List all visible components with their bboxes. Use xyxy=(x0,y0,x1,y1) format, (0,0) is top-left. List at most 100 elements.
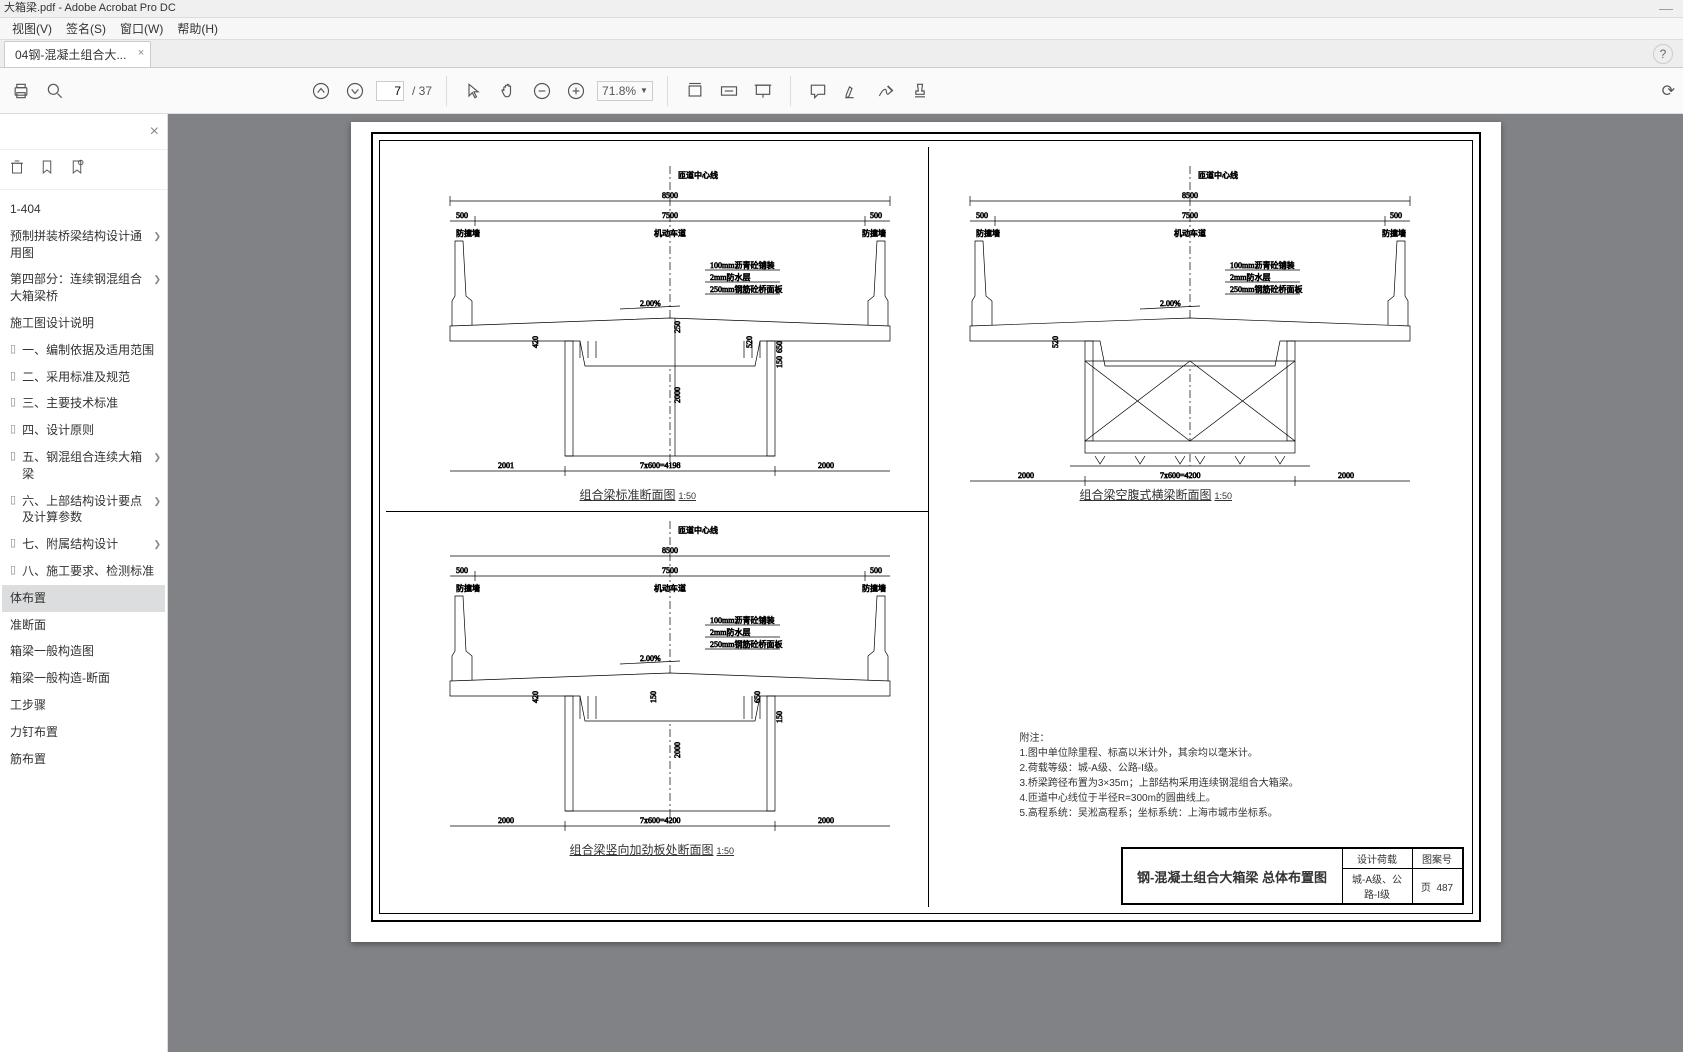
bookmark-item[interactable]: ▯ 三、主要技术标准 xyxy=(2,390,165,417)
bookmark-item[interactable]: 力钉布置 xyxy=(2,719,165,746)
svg-text:8500: 8500 xyxy=(662,546,678,555)
hand-tool-icon[interactable] xyxy=(495,78,521,104)
bookmark-item[interactable]: ▯二、采用标准及规范 xyxy=(2,364,165,391)
right-tool-icon[interactable]: ⟳ xyxy=(1662,81,1675,101)
zoom-in-icon[interactable] xyxy=(563,78,589,104)
bookmark-label: 八、施工要求、检测标准 xyxy=(22,563,154,580)
comment-icon[interactable] xyxy=(805,78,831,104)
bookmark-item[interactable]: 1-404 xyxy=(2,196,165,223)
menu-help[interactable]: 帮助(H) xyxy=(177,20,218,37)
svg-text:2.00%: 2.00% xyxy=(1160,299,1181,308)
bookmark-star-icon[interactable] xyxy=(68,158,86,181)
bookmark-item[interactable]: ▯四、设计原则 xyxy=(2,417,165,444)
svg-text:7x600=4200: 7x600=4200 xyxy=(1160,471,1201,480)
separator xyxy=(790,76,791,106)
tab-close-icon[interactable]: × xyxy=(138,47,144,59)
bookmark-label: 力钉布置 xyxy=(10,724,58,741)
svg-text:2000: 2000 xyxy=(818,816,834,825)
presentation-icon[interactable] xyxy=(750,78,776,104)
svg-text:100mm沥青砼铺装: 100mm沥青砼铺装 xyxy=(1230,260,1294,270)
page-up-icon[interactable] xyxy=(308,78,334,104)
bookmark-label: 准断面 xyxy=(10,617,46,634)
svg-text:150: 150 xyxy=(649,691,658,703)
bookmark-item[interactable]: 筋布置 xyxy=(2,746,165,773)
zoom-tool-icon[interactable] xyxy=(42,78,68,104)
chevron-right-icon: ❯ xyxy=(153,228,161,243)
fit-width-icon[interactable] xyxy=(682,78,708,104)
svg-text:防撞墙: 防撞墙 xyxy=(862,228,886,238)
bookmark-item[interactable]: 箱梁一般构造-断面 xyxy=(2,665,165,692)
svg-text:匝道中心线: 匝道中心线 xyxy=(678,170,718,180)
bookmark-item[interactable]: ▯一、编制依据及适用范围 xyxy=(2,337,165,364)
svg-text:2.00%: 2.00% xyxy=(640,299,661,308)
bookmark-item[interactable]: 体布置 xyxy=(2,585,165,612)
panel-close-icon[interactable]: × xyxy=(150,123,159,141)
svg-text:防撞墙: 防撞墙 xyxy=(456,583,480,593)
svg-text:420: 420 xyxy=(531,691,540,703)
bookmark-label: 五、钢混组合连续大箱梁 xyxy=(22,449,147,483)
bookmark-item[interactable]: 施工图设计说明 xyxy=(2,310,165,337)
title-block: 钢-混凝土组合大箱梁 总体布置图 设计荷载 图案号 城-A级、公路-I级 页 4… xyxy=(1121,847,1464,905)
pdf-page: 匝道中心线 8500 500 7500 500 防撞墙 机动车道 防撞墙 10 xyxy=(351,122,1501,942)
svg-text:防撞墙: 防撞墙 xyxy=(976,228,1000,238)
svg-text:7500: 7500 xyxy=(662,211,678,220)
bookmark-item[interactable]: 工步骤 xyxy=(2,692,165,719)
svg-text:500: 500 xyxy=(870,211,882,220)
bookmark-label: 预制拼装桥梁结构设计通用图 xyxy=(10,228,147,262)
bookmarks-panel: × 1-404 预制拼装桥梁结构设计通用图 ❯ 第四部分：连续钢混组合大箱梁桥❯施工… xyxy=(0,114,168,1052)
zoom-level-display[interactable]: 71.8%▼ xyxy=(597,81,653,101)
bookmark-item[interactable]: ▯七、附属结构设计❯ xyxy=(2,531,165,558)
bookmark-item[interactable]: 第四部分：连续钢混组合大箱梁桥❯ xyxy=(2,266,165,310)
svg-text:7x600=4198: 7x600=4198 xyxy=(640,461,681,470)
page-down-icon[interactable] xyxy=(342,78,368,104)
bookmark-label: 体布置 xyxy=(10,590,46,607)
bookmark-label: 三、主要技术标准 xyxy=(22,395,118,412)
pointer-tool-icon[interactable] xyxy=(461,78,487,104)
bookmark-item[interactable]: ▯五、钢混组合连续大箱梁❯ xyxy=(2,444,165,488)
menu-sign[interactable]: 签名(S) xyxy=(66,20,106,37)
svg-text:2000: 2000 xyxy=(498,816,514,825)
bookmark-icon: ▯ xyxy=(10,369,16,384)
signature-icon[interactable] xyxy=(873,78,899,104)
svg-text:500: 500 xyxy=(1390,211,1402,220)
svg-text:100mm沥青砼铺装: 100mm沥青砼铺装 xyxy=(710,615,774,625)
svg-text:650: 650 xyxy=(753,691,762,703)
trash-icon[interactable] xyxy=(8,158,26,181)
stamp-icon[interactable] xyxy=(907,78,933,104)
svg-text:防撞墙: 防撞墙 xyxy=(1382,228,1406,238)
window-minimize-icon[interactable]: — xyxy=(1659,0,1683,17)
cross-section-standard: 匝道中心线 8500 500 7500 500 防撞墙 机动车道 防撞墙 10 xyxy=(420,166,920,496)
svg-text:520: 520 xyxy=(1051,336,1060,348)
page-number-input[interactable] xyxy=(376,81,404,101)
svg-text:650: 650 xyxy=(775,341,784,353)
svg-text:2001: 2001 xyxy=(498,461,514,470)
zoom-out-icon[interactable] xyxy=(529,78,555,104)
fit-page-icon[interactable] xyxy=(716,78,742,104)
svg-text:250mm钢筋砼桥面板: 250mm钢筋砼桥面板 xyxy=(710,639,782,649)
bookmark-item[interactable]: ▯八、施工要求、检测标准 xyxy=(2,558,165,585)
print-icon[interactable] xyxy=(8,78,34,104)
bookmark-label: 第四部分：连续钢混组合大箱梁桥 xyxy=(10,271,147,305)
bookmark-item[interactable]: 准断面 xyxy=(2,612,165,639)
bookmark-item[interactable]: 箱梁一般构造图 xyxy=(2,638,165,665)
bookmark-label: 一、编制依据及适用范围 xyxy=(22,342,154,359)
highlight-icon[interactable] xyxy=(839,78,865,104)
bookmark-icon: ▯ xyxy=(10,536,16,551)
menu-window[interactable]: 窗口(W) xyxy=(120,20,163,37)
bookmark-item[interactable]: ▯六、上部结构设计要点及计算参数❯ xyxy=(2,488,165,532)
bookmark-item[interactable]: 预制拼装桥梁结构设计通用图 ❯ xyxy=(2,223,165,267)
bookmark-icon: ▯ xyxy=(10,395,16,410)
section-title-stiffener: 组合梁竖向加劲板处断面图1:50 xyxy=(570,841,735,858)
svg-text:2000: 2000 xyxy=(818,461,834,470)
help-icon[interactable]: ? xyxy=(1653,44,1673,64)
bookmark-label: 箱梁一般构造图 xyxy=(10,643,94,660)
document-tab[interactable]: 04钢-混凝土组合大... × xyxy=(4,41,151,67)
separator xyxy=(667,76,668,106)
new-bookmark-icon[interactable] xyxy=(38,158,56,181)
svg-text:机动车道: 机动车道 xyxy=(654,228,686,238)
document-viewport[interactable]: 匝道中心线 8500 500 7500 500 防撞墙 机动车道 防撞墙 10 xyxy=(168,114,1683,1052)
menu-view[interactable]: 视图(V) xyxy=(12,20,52,37)
section-title-truss: 组合梁空腹式横梁断面图1:50 xyxy=(1080,486,1233,503)
svg-text:7500: 7500 xyxy=(662,566,678,575)
drawing-notes: 附注： 1.图中单位除里程、标高以米计外，其余均以毫米计。 2.荷载等级：城-A… xyxy=(1020,731,1440,821)
